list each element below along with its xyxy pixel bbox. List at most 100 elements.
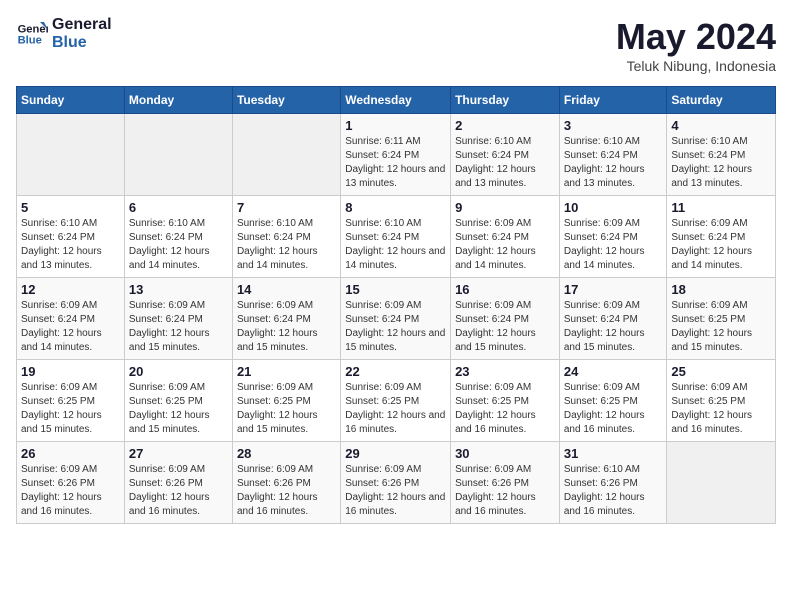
day-number: 14 bbox=[237, 282, 336, 297]
day-number: 8 bbox=[345, 200, 446, 215]
calendar-cell bbox=[17, 114, 125, 196]
day-info: Sunrise: 6:09 AMSunset: 6:26 PMDaylight:… bbox=[237, 463, 336, 519]
col-wednesday: Wednesday bbox=[341, 87, 451, 114]
col-sunday: Sunday bbox=[17, 87, 125, 114]
day-info: Sunrise: 6:10 AMSunset: 6:24 PMDaylight:… bbox=[345, 217, 446, 273]
day-info: Sunrise: 6:10 AMSunset: 6:24 PMDaylight:… bbox=[237, 217, 336, 273]
day-number: 1 bbox=[345, 118, 446, 133]
logo: General Blue General Blue bbox=[16, 16, 112, 51]
calendar-cell: 26Sunrise: 6:09 AMSunset: 6:26 PMDayligh… bbox=[17, 442, 125, 524]
day-info: Sunrise: 6:09 AMSunset: 6:24 PMDaylight:… bbox=[671, 217, 771, 273]
calendar-cell: 10 Sunrise: 6:09 AMSunset: 6:24 PMDayligh… bbox=[559, 196, 667, 278]
day-info: Sunrise: 6:09 AMSunset: 6:24 PMDaylight:… bbox=[564, 217, 663, 273]
day-number: 5 bbox=[21, 200, 120, 215]
day-info: Sunrise: 6:09 AMSunset: 6:25 PMDaylight:… bbox=[129, 381, 228, 437]
day-number: 25 bbox=[671, 364, 771, 379]
day-number: 6 bbox=[129, 200, 228, 215]
calendar-cell: 28 Sunrise: 6:09 AMSunset: 6:26 PMDayligh… bbox=[232, 442, 340, 524]
calendar-cell: 27Sunrise: 6:09 AMSunset: 6:26 PMDayligh… bbox=[124, 442, 232, 524]
calendar-cell: 17 Sunrise: 6:09 AMSunset: 6:24 PMDayligh… bbox=[559, 278, 667, 360]
day-info: Sunrise: 6:10 AMSunset: 6:24 PMDaylight:… bbox=[129, 217, 228, 273]
calendar-cell: 23 Sunrise: 6:09 AMSunset: 6:25 PMDayligh… bbox=[451, 360, 560, 442]
col-monday: Monday bbox=[124, 87, 232, 114]
day-number: 17 bbox=[564, 282, 663, 297]
day-info: Sunrise: 6:09 AMSunset: 6:25 PMDaylight:… bbox=[237, 381, 336, 437]
col-friday: Friday bbox=[559, 87, 667, 114]
day-info: Sunrise: 6:10 AMSunset: 6:24 PMDaylight:… bbox=[564, 135, 663, 191]
calendar-cell bbox=[667, 442, 776, 524]
calendar-week-5: 26 Sunrise: 6:09 AMSunset: 6:26 PMDayligh… bbox=[17, 442, 776, 524]
day-info: Sunrise: 6:09 AMSunset: 6:24 PMDaylight:… bbox=[455, 217, 555, 273]
calendar-header-row: Sunday Monday Tuesday Wednesday Thursday… bbox=[17, 87, 776, 114]
calendar-week-3: 12 Sunrise: 6:09 AMSunset: 6:24 PMDayligh… bbox=[17, 278, 776, 360]
calendar-cell: 14 Sunrise: 6:09 AMSunset: 6:24 PMDayligh… bbox=[232, 278, 340, 360]
col-thursday: Thursday bbox=[451, 87, 560, 114]
day-number: 28 bbox=[237, 446, 336, 461]
calendar-week-2: 5 Sunrise: 6:10 AMSunset: 6:24 PMDaylight… bbox=[17, 196, 776, 278]
day-number: 13 bbox=[129, 282, 228, 297]
calendar-cell: 12 Sunrise: 6:09 AMSunset: 6:24 PMDayligh… bbox=[17, 278, 125, 360]
calendar-cell: 5 Sunrise: 6:10 AMSunset: 6:24 PMDaylight… bbox=[17, 196, 125, 278]
logo-text-blue: Blue bbox=[52, 34, 112, 52]
calendar-cell: 31Sunrise: 6:10 AMSunset: 6:26 PMDayligh… bbox=[559, 442, 667, 524]
title-area: May 2024 Teluk Nibung, Indonesia bbox=[616, 16, 776, 74]
day-number: 12 bbox=[21, 282, 120, 297]
location: Teluk Nibung, Indonesia bbox=[616, 58, 776, 74]
day-number: 29 bbox=[345, 446, 446, 461]
day-info: Sunrise: 6:09 AMSunset: 6:25 PMDaylight:… bbox=[21, 381, 120, 437]
day-number: 20 bbox=[129, 364, 228, 379]
day-info: Sunrise: 6:09 AMSunset: 6:26 PMDaylight:… bbox=[345, 463, 446, 519]
day-number: 16 bbox=[455, 282, 555, 297]
calendar-cell: 3 Sunrise: 6:10 AMSunset: 6:24 PMDaylight… bbox=[559, 114, 667, 196]
day-info: Sunrise: 6:09 AMSunset: 6:24 PMDaylight:… bbox=[237, 299, 336, 355]
day-info: Sunrise: 6:10 AMSunset: 6:24 PMDaylight:… bbox=[21, 217, 120, 273]
col-saturday: Saturday bbox=[667, 87, 776, 114]
calendar-cell: 24 Sunrise: 6:09 AMSunset: 6:25 PMDayligh… bbox=[559, 360, 667, 442]
calendar-cell: 1Sunrise: 6:11 AMSunset: 6:24 PMDaylight… bbox=[341, 114, 451, 196]
day-number: 21 bbox=[237, 364, 336, 379]
logo-text-general: General bbox=[52, 16, 112, 34]
calendar-cell: 30Sunrise: 6:09 AMSunset: 6:26 PMDayligh… bbox=[451, 442, 560, 524]
day-number: 18 bbox=[671, 282, 771, 297]
day-number: 9 bbox=[455, 200, 555, 215]
day-number: 27 bbox=[129, 446, 228, 461]
day-info: Sunrise: 6:09 AMSunset: 6:24 PMDaylight:… bbox=[21, 299, 120, 355]
month-title: May 2024 bbox=[616, 16, 776, 58]
day-number: 23 bbox=[455, 364, 555, 379]
calendar-cell: 20 Sunrise: 6:09 AMSunset: 6:25 PMDayligh… bbox=[124, 360, 232, 442]
day-info: Sunrise: 6:09 AMSunset: 6:25 PMDaylight:… bbox=[345, 381, 446, 437]
day-number: 24 bbox=[564, 364, 663, 379]
day-number: 3 bbox=[564, 118, 663, 133]
day-number: 19 bbox=[21, 364, 120, 379]
calendar-cell bbox=[232, 114, 340, 196]
calendar-cell: 9 Sunrise: 6:09 AMSunset: 6:24 PMDaylight… bbox=[451, 196, 560, 278]
calendar-cell: 19 Sunrise: 6:09 AMSunset: 6:25 PMDayligh… bbox=[17, 360, 125, 442]
day-info: Sunrise: 6:09 AMSunset: 6:24 PMDaylight:… bbox=[345, 299, 446, 355]
calendar-cell: 2Sunrise: 6:10 AMSunset: 6:24 PMDaylight… bbox=[451, 114, 560, 196]
svg-text:Blue: Blue bbox=[18, 34, 42, 46]
calendar-cell: 15Sunrise: 6:09 AMSunset: 6:24 PMDayligh… bbox=[341, 278, 451, 360]
day-info: Sunrise: 6:09 AMSunset: 6:25 PMDaylight:… bbox=[455, 381, 555, 437]
calendar-cell: 7Sunrise: 6:10 AMSunset: 6:24 PMDaylight… bbox=[232, 196, 340, 278]
day-number: 26 bbox=[21, 446, 120, 461]
day-info: Sunrise: 6:09 AMSunset: 6:24 PMDaylight:… bbox=[455, 299, 555, 355]
calendar-cell: 6 Sunrise: 6:10 AMSunset: 6:24 PMDaylight… bbox=[124, 196, 232, 278]
calendar-cell bbox=[124, 114, 232, 196]
day-number: 2 bbox=[455, 118, 555, 133]
day-number: 4 bbox=[671, 118, 771, 133]
page-header: General Blue General Blue May 2024 Teluk… bbox=[16, 16, 776, 74]
day-info: Sunrise: 6:09 AMSunset: 6:25 PMDaylight:… bbox=[671, 381, 771, 437]
day-number: 30 bbox=[455, 446, 555, 461]
day-number: 10 bbox=[564, 200, 663, 215]
calendar-cell: 13Sunrise: 6:09 AMSunset: 6:24 PMDayligh… bbox=[124, 278, 232, 360]
day-number: 31 bbox=[564, 446, 663, 461]
calendar-cell: 11Sunrise: 6:09 AMSunset: 6:24 PMDayligh… bbox=[667, 196, 776, 278]
calendar-cell: 22Sunrise: 6:09 AMSunset: 6:25 PMDayligh… bbox=[341, 360, 451, 442]
calendar-cell: 29 Sunrise: 6:09 AMSunset: 6:26 PMDayligh… bbox=[341, 442, 451, 524]
calendar-week-1: 1Sunrise: 6:11 AMSunset: 6:24 PMDaylight… bbox=[17, 114, 776, 196]
day-info: Sunrise: 6:09 AMSunset: 6:25 PMDaylight:… bbox=[564, 381, 663, 437]
calendar-cell: 18Sunrise: 6:09 AMSunset: 6:25 PMDayligh… bbox=[667, 278, 776, 360]
logo-icon: General Blue bbox=[16, 18, 48, 50]
day-info: Sunrise: 6:09 AMSunset: 6:24 PMDaylight:… bbox=[564, 299, 663, 355]
calendar-cell: 21 Sunrise: 6:09 AMSunset: 6:25 PMDayligh… bbox=[232, 360, 340, 442]
